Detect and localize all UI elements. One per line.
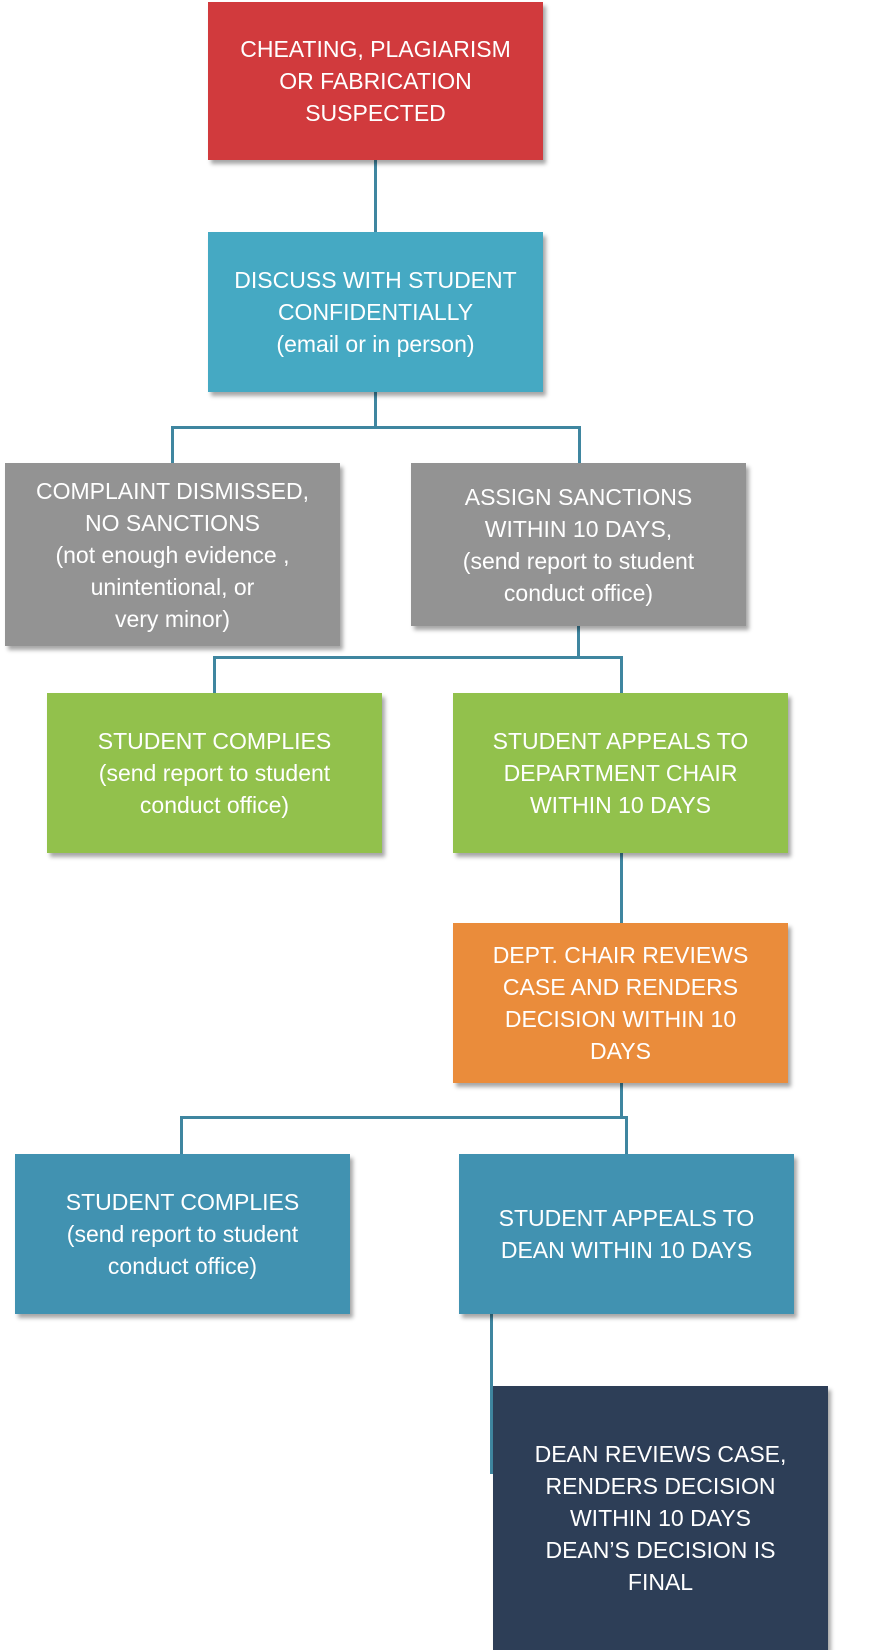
node-discuss-with-student: DISCUSS WITH STUDENT CONFIDENTIALLY (email… [208,232,543,392]
connector-chair-reviews-down [620,1083,623,1118]
connector-to-appeal-dean [625,1116,628,1154]
node-text: CHEATING, PLAGIARISM OR FABRICATION SUSPEC… [240,33,511,129]
node-text: STUDENT COMPLIES (send report to student c… [98,725,331,821]
node-appeal-dean: STUDENT APPEALS TO DEAN WITHIN 10 DAYS [459,1154,794,1314]
connector-to-complies-2 [180,1116,183,1154]
node-text: DEPT. CHAIR REVIEWS CASE AND RENDERS DECIS… [493,939,749,1067]
node-text-line: WITHIN 10 DAYS [569,1505,752,1531]
node-text-line: DAYS [590,1038,651,1064]
connector-to-sanctions [578,426,581,463]
connector-chair-reviews-branch [180,1116,628,1119]
node-text-line: STUDENT COMPLIES [97,728,332,754]
node-text-line: (send report to student [66,1221,299,1247]
node-text: STUDENT COMPLIES (send report to student c… [66,1186,299,1282]
node-student-complies-2: STUDENT COMPLIES (send report to student c… [15,1154,350,1314]
connector-sanctions-down [577,626,580,658]
node-suspected: CHEATING, PLAGIARISM OR FABRICATION SUSPEC… [208,2,543,160]
node-text-line: OR FABRICATION [279,68,472,94]
node-text: DEAN REVIEWS CASE, RENDERS DECISION WITHIN… [535,1438,787,1598]
node-text-line: (not enough evidence , [55,541,290,568]
node-text-line: ASSIGN SANCTIONS [464,483,693,510]
node-text-line: STUDENT APPEALS TO [492,728,749,754]
node-text-line: conduct office) [139,792,290,818]
node-text-line: CONFIDENTIALLY [277,299,474,325]
node-text: COMPLAINT DISMISSED, NO SANCTIONS (not eno… [36,475,309,635]
node-text-line: NO SANCTIONS [84,509,261,536]
node-text-line: DECISION WITHIN 10 [504,1006,737,1032]
connector-discuss-branch [171,426,581,429]
node-assign-sanctions: ASSIGN SANCTIONS WITHIN 10 DAYS, (send rep… [411,463,746,626]
node-text-line: DEAN WITHIN 10 DAYS [500,1237,753,1263]
node-student-complies-1: STUDENT COMPLIES (send report to student c… [47,693,382,853]
node-appeal-department-chair: STUDENT APPEALS TO DEPARTMENT CHAIR WITHIN… [453,693,788,853]
node-text-line: COMPLAINT DISMISSED, [35,477,310,504]
node-text-line: unintentional, or [90,573,255,600]
node-text-line: FINAL [627,1569,694,1595]
node-text-line: very minor) [114,605,230,632]
node-text: STUDENT APPEALS TO DEPARTMENT CHAIR WITHIN… [493,725,749,821]
connector-discuss-down [374,392,377,428]
node-chair-reviews: DEPT. CHAIR REVIEWS CASE AND RENDERS DECIS… [453,923,788,1083]
connector-to-dismissed [171,426,174,463]
node-text-line: STUDENT COMPLIES [65,1189,300,1215]
node-text-line: conduct office) [107,1253,258,1279]
node-text-line: DEAN’S DECISION IS [545,1537,776,1563]
node-text: STUDENT APPEALS TO DEAN WITHIN 10 DAYS [499,1202,755,1266]
node-text-line: DISCUSS WITH STUDENT [234,267,517,293]
node-text-line: (send report to student [462,547,695,574]
node-text: DISCUSS WITH STUDENT CONFIDENTIALLY (email… [234,264,516,360]
node-text: ASSIGN SANCTIONS WITHIN 10 DAYS, (send rep… [463,481,694,609]
connector-appeal-chair-to-chair-reviews [620,853,623,923]
node-text-line: CASE AND RENDERS [502,974,739,1000]
node-text-line: DEPT. CHAIR REVIEWS [492,942,749,968]
node-text-line: (email or in person) [276,331,475,357]
node-text-line: WITHIN 10 DAYS [529,792,712,818]
connector-to-appeal-chair [620,656,623,693]
connector-suspected-discuss [374,160,377,232]
node-text-line: STUDENT APPEALS TO [498,1205,755,1231]
node-text-line: (send report to student [98,760,331,786]
node-text-line: SUSPECTED [305,100,446,126]
connector-sanctions-branch [213,656,623,659]
node-text-line: DEAN REVIEWS CASE, [534,1441,787,1467]
node-dean-reviews: DEAN REVIEWS CASE, RENDERS DECISION WITHIN… [493,1386,828,1650]
node-text-line: RENDERS DECISION [545,1473,776,1499]
node-text-line: WITHIN 10 DAYS, [484,515,673,542]
node-text-line: conduct office) [503,579,654,606]
node-text-line: CHEATING, PLAGIARISM [240,36,511,62]
node-text-line: DEPARTMENT CHAIR [503,760,738,786]
connector-to-complies-1 [213,656,216,693]
node-complaint-dismissed: COMPLAINT DISMISSED, NO SANCTIONS (not eno… [5,463,340,646]
flowchart: CHEATING, PLAGIARISM OR FABRICATION SUSPEC… [0,0,880,1650]
